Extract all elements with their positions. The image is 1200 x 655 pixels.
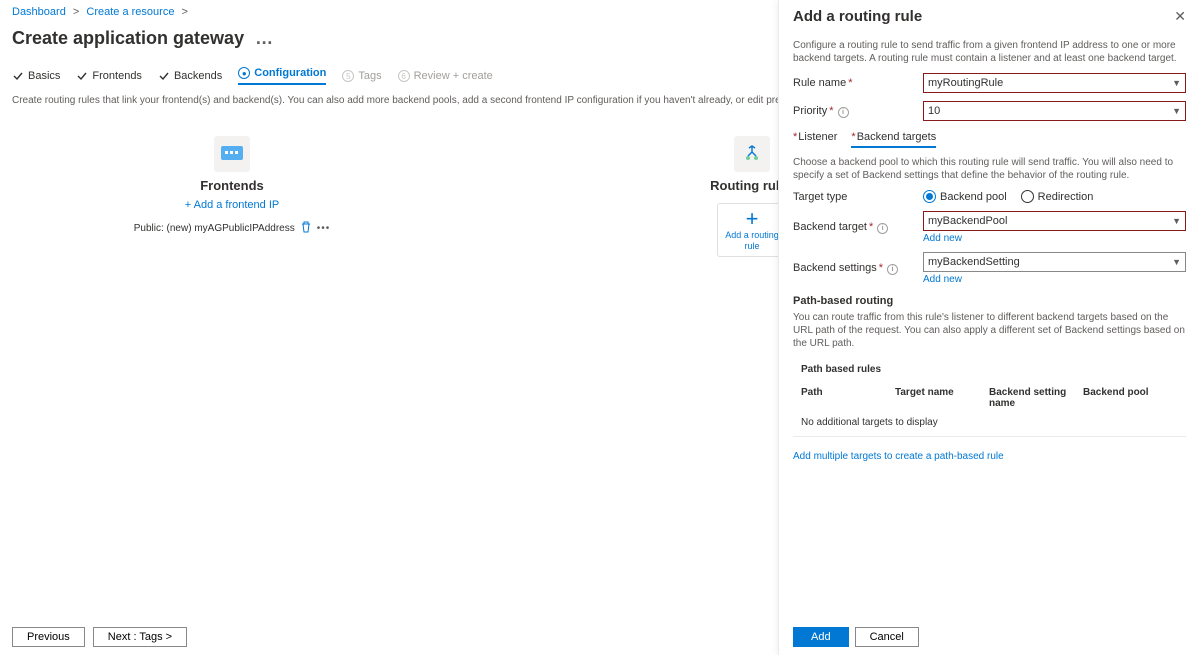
tab-configuration[interactable]: ● Configuration [238, 67, 326, 85]
radio-redirection-label: Redirection [1038, 191, 1094, 203]
backend-settings-value: myBackendSetting [928, 256, 1020, 268]
frontends-icon [214, 136, 250, 172]
page-title-text: Create application gateway [12, 28, 244, 48]
panel-tab-description: Choose a backend pool to which this rout… [793, 156, 1186, 182]
backend-target-value: myBackendPool [928, 215, 1008, 227]
routing-rule-panel: Add a routing rule ✕ Configure a routing… [778, 0, 1200, 655]
step-number-icon: 6 [398, 70, 410, 82]
info-icon[interactable]: i [838, 107, 849, 118]
panel-title: Add a routing rule [793, 8, 922, 25]
backend-settings-label: Backend settings*i [793, 262, 923, 275]
more-icon[interactable]: … [255, 28, 273, 48]
panel-footer: Add Cancel [793, 619, 1186, 655]
radio-backend-pool-label: Backend pool [940, 191, 1007, 203]
path-rules-table: Path based rules Path Target name Backen… [793, 364, 1186, 437]
breadcrumb-dashboard[interactable]: Dashboard [12, 6, 66, 18]
col-path: Path [801, 387, 895, 409]
tab-tags-label: Tags [358, 70, 381, 82]
add-multiple-targets-link[interactable]: Add multiple targets to create a path-ba… [793, 451, 1186, 462]
backend-settings-select[interactable]: myBackendSetting ▼ [923, 252, 1186, 272]
rule-name-label: Rule name* [793, 77, 923, 89]
add-routing-rule-label: Add a routing rule [718, 230, 786, 252]
path-rules-header: Path based rules [793, 364, 1186, 375]
path-rules-empty: No additional targets to display [793, 413, 1186, 436]
backend-target-select[interactable]: myBackendPool ▼ [923, 211, 1186, 231]
close-icon[interactable]: ✕ [1174, 8, 1186, 25]
step-current-icon: ● [238, 67, 250, 79]
add-routing-rule-card[interactable]: + Add a routing rule [717, 203, 787, 257]
routing-icon [734, 136, 770, 172]
previous-button[interactable]: Previous [12, 627, 85, 647]
check-icon [76, 70, 88, 82]
col-target: Target name [895, 387, 989, 409]
next-button[interactable]: Next : Tags > [93, 627, 187, 647]
tab-basics[interactable]: Basics [12, 67, 60, 85]
tab-backends-label: Backends [174, 70, 222, 82]
backend-settings-add-new-link[interactable]: Add new [923, 274, 1186, 285]
frontends-title: Frontends [200, 178, 264, 193]
chevron-right-icon: > [182, 6, 188, 18]
panel-tab-backend-targets[interactable]: *Backend targets [851, 131, 936, 148]
more-icon[interactable]: ••• [317, 223, 331, 234]
priority-label: Priority*i [793, 105, 923, 118]
chevron-right-icon: > [73, 6, 79, 18]
rule-name-input[interactable]: myRoutingRule ▼ [923, 73, 1186, 93]
cancel-button[interactable]: Cancel [855, 627, 919, 647]
tab-basics-label: Basics [28, 70, 60, 82]
radio-redirection[interactable]: Redirection [1021, 190, 1094, 203]
radio-icon [1021, 190, 1034, 203]
frontend-ip-label: Public: (new) myAGPublicIPAddress [134, 223, 295, 234]
add-frontend-ip-link[interactable]: + Add a frontend IP [185, 199, 280, 211]
delete-icon[interactable] [301, 221, 311, 236]
target-type-label: Target type [793, 191, 923, 203]
step-number-icon: 5 [342, 70, 354, 82]
chevron-down-icon: ▼ [1172, 257, 1181, 267]
backend-target-add-new-link[interactable]: Add new [923, 233, 1186, 244]
tab-tags[interactable]: 5 Tags [342, 67, 381, 85]
check-icon [12, 70, 24, 82]
chevron-down-icon: ▼ [1172, 216, 1181, 226]
info-icon[interactable]: i [877, 223, 888, 234]
tab-configuration-label: Configuration [254, 67, 326, 79]
col-pool: Backend pool [1083, 387, 1178, 409]
chevron-down-icon: ▼ [1172, 78, 1181, 88]
add-button[interactable]: Add [793, 627, 849, 647]
breadcrumb-create-resource[interactable]: Create a resource [86, 6, 174, 18]
panel-description: Configure a routing rule to send traffic… [793, 39, 1186, 65]
priority-value: 10 [928, 105, 940, 117]
chevron-down-icon: ▼ [1172, 106, 1181, 116]
col-setting: Backend setting name [989, 387, 1083, 409]
info-icon[interactable]: i [887, 264, 898, 275]
panel-tab-listener[interactable]: *Listener [793, 131, 837, 148]
radio-icon [923, 190, 936, 203]
plus-icon: + [746, 208, 759, 230]
rule-name-value: myRoutingRule [928, 77, 1003, 89]
tab-review-label: Review + create [414, 70, 493, 82]
frontend-ip-row: Public: (new) myAGPublicIPAddress ••• [134, 221, 331, 236]
tab-review[interactable]: 6 Review + create [398, 67, 493, 85]
check-icon [158, 70, 170, 82]
path-routing-description: You can route traffic from this rule's l… [793, 311, 1186, 350]
backend-target-label: Backend target*i [793, 221, 923, 234]
tab-frontends[interactable]: Frontends [76, 67, 142, 85]
priority-input[interactable]: 10 ▼ [923, 101, 1186, 121]
wizard-footer: Previous Next : Tags > [0, 619, 770, 655]
frontends-column: Frontends + Add a frontend IP Public: (n… [112, 136, 352, 257]
radio-backend-pool[interactable]: Backend pool [923, 190, 1007, 203]
tab-frontends-label: Frontends [92, 70, 142, 82]
path-routing-title: Path-based routing [793, 295, 1186, 307]
tab-backends[interactable]: Backends [158, 67, 222, 85]
